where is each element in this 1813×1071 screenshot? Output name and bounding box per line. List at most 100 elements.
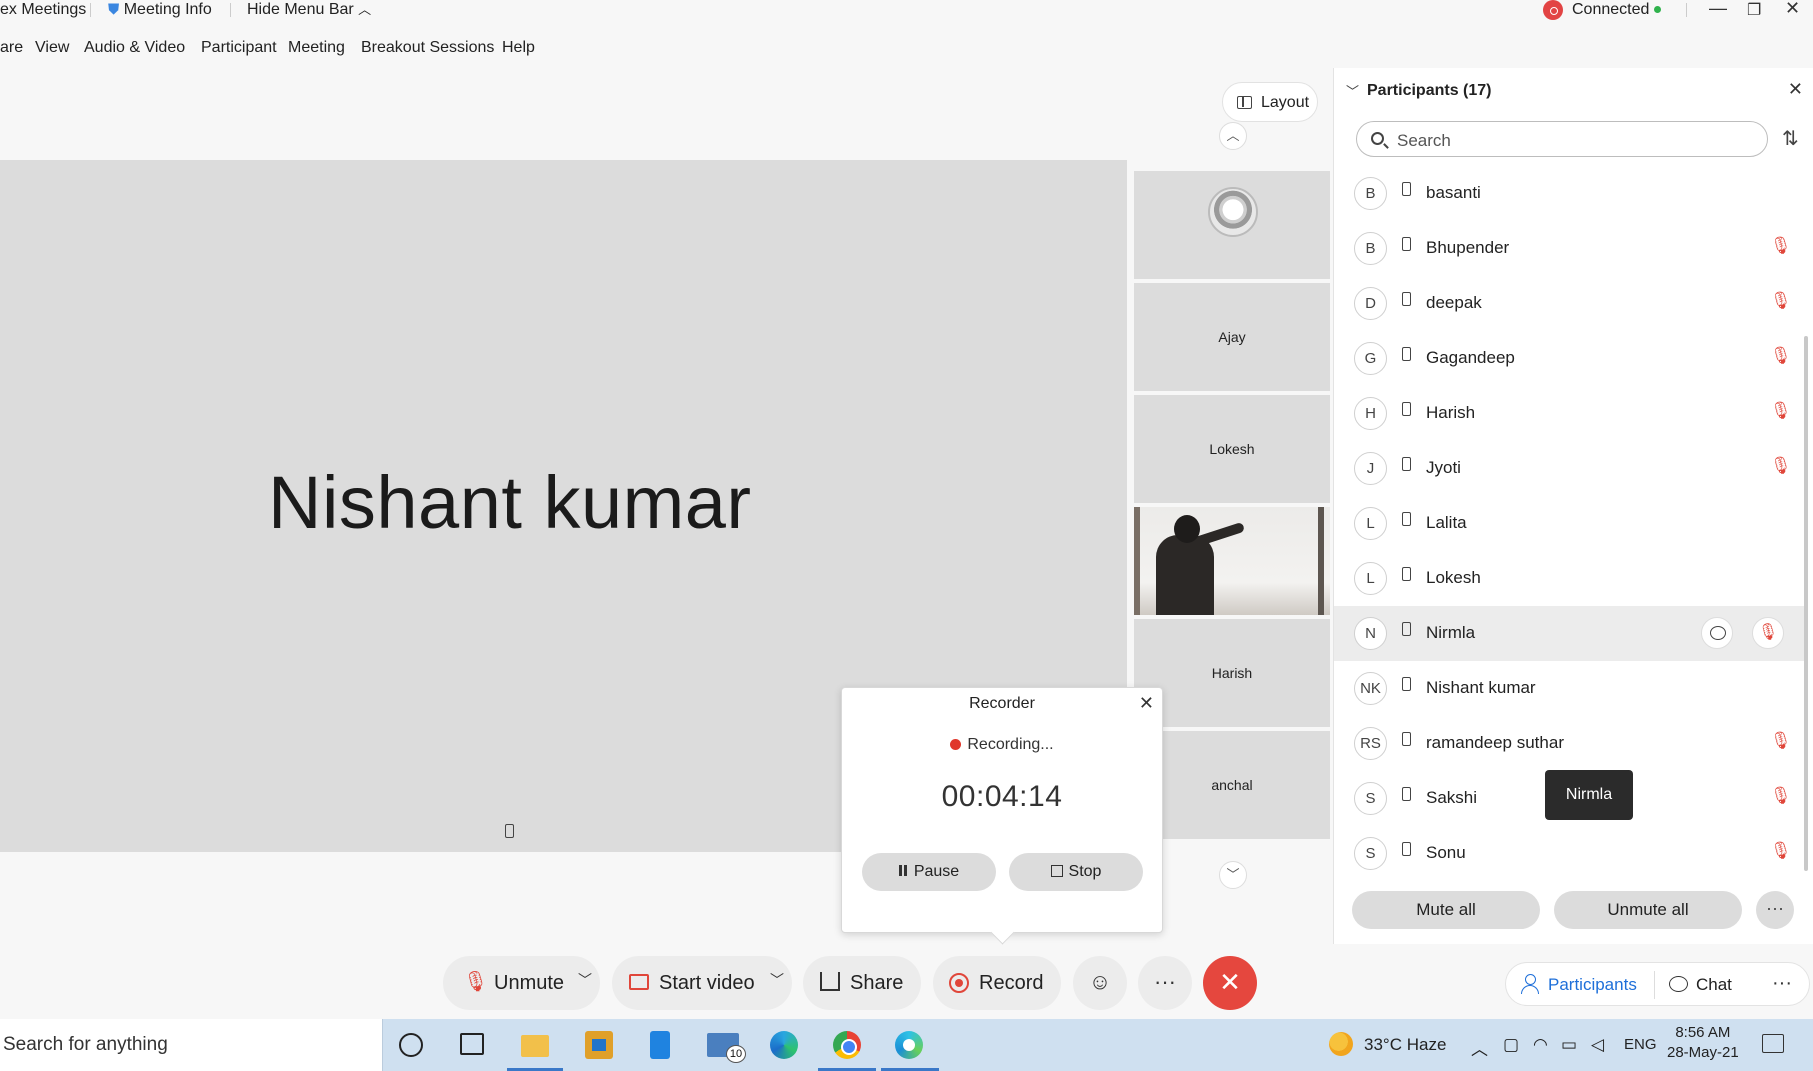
meeting-info-button[interactable]: ⛊ Meeting Info (108, 0, 212, 20)
muted-mic-icon[interactable]: 🎙 (1770, 236, 1792, 256)
start-video-button[interactable]: Start video ﹀ (612, 956, 792, 1010)
record-button[interactable]: Record (933, 956, 1061, 1010)
more-options-button[interactable]: ··· (1138, 956, 1192, 1010)
store-icon[interactable] (585, 1031, 613, 1059)
unmute-all-button[interactable]: Unmute all (1554, 891, 1742, 929)
muted-mic-icon[interactable]: 🎙 (1770, 841, 1792, 861)
pause-recording-button[interactable]: Pause (862, 853, 996, 891)
speaker-icon[interactable]: ◁ (1591, 1035, 1604, 1055)
stop-recording-button[interactable]: Stop (1009, 853, 1143, 891)
leave-meeting-button[interactable]: ✕ (1203, 956, 1257, 1010)
restore-icon[interactable]: ❐ (1747, 0, 1761, 20)
participant-row[interactable]: B basanti (1334, 166, 1804, 221)
filmstrip-up-button[interactable]: ︿ (1219, 122, 1247, 150)
participant-row[interactable]: H Harish 🎙 (1334, 386, 1804, 441)
start-video-label: Start video (659, 972, 755, 994)
tile-name: Ajay (1218, 329, 1246, 345)
wifi-icon[interactable]: ◠ (1533, 1035, 1548, 1055)
close-panel-icon[interactable]: ✕ (1788, 79, 1803, 100)
participant-search-input[interactable]: Search (1356, 121, 1768, 157)
chrome-icon[interactable] (833, 1031, 861, 1059)
participant-row[interactable]: S Sonu 🎙 (1334, 826, 1804, 881)
share-button[interactable]: Share (803, 956, 921, 1010)
layout-button[interactable]: Layout (1222, 82, 1318, 122)
participant-row[interactable]: D deepak 🎙 (1334, 276, 1804, 331)
minimize-icon[interactable]: — (1709, 0, 1727, 19)
muted-mic-icon[interactable]: 🎙 (1770, 731, 1792, 751)
task-view-icon[interactable] (460, 1033, 484, 1055)
share-icon (820, 972, 840, 991)
participant-row[interactable]: L Lalita (1334, 496, 1804, 551)
webex-icon[interactable] (895, 1031, 923, 1059)
close-window-icon[interactable]: ✕ (1785, 0, 1800, 19)
chevron-down-icon[interactable]: ﹀ (770, 970, 784, 990)
muted-mic-icon[interactable]: 🎙 (1770, 401, 1792, 421)
participants-icon (1520, 974, 1540, 994)
muted-mic-icon[interactable]: 🎙 (1770, 456, 1792, 476)
chat-bubble-button[interactable] (1701, 617, 1733, 649)
recorder-panel: Recorder ✕ Recording... 00:04:14 Pause S… (841, 687, 1163, 933)
participant-row[interactable]: G Gagandeep 🎙 (1334, 331, 1804, 386)
participant-tile[interactable]: Lokesh (1134, 395, 1330, 503)
phone-icon (1402, 842, 1411, 856)
participant-row[interactable]: RS ramandeep suthar 🎙 (1334, 716, 1804, 771)
chevron-down-icon[interactable]: ﹀ (1346, 81, 1359, 100)
avatar: D (1354, 287, 1387, 320)
avatar: B (1354, 232, 1387, 265)
filmstrip-down-button[interactable]: ﹀ (1219, 861, 1247, 889)
mute-all-button[interactable]: Mute all (1352, 891, 1540, 929)
weather-text[interactable]: 33°C Haze (1364, 1035, 1446, 1055)
menu-participant[interactable]: Participant (201, 39, 277, 57)
menu-breakout-sessions[interactable]: Breakout Sessions (361, 39, 494, 57)
menu-view[interactable]: View (35, 39, 69, 57)
participant-row[interactable]: NK Nishant kumar (1334, 661, 1804, 716)
reactions-button[interactable]: ☺ (1073, 956, 1127, 1010)
close-icon[interactable]: ✕ (1139, 693, 1154, 714)
video-frame-edge (1318, 507, 1324, 615)
meet-now-icon[interactable]: ▢ (1503, 1035, 1519, 1055)
participant-more-button[interactable]: ··· (1756, 891, 1794, 929)
muted-mic-button[interactable]: 🎙 (1752, 617, 1784, 649)
menu-help[interactable]: Help (502, 39, 535, 57)
avatar: RS (1354, 727, 1387, 760)
title-divider (90, 3, 91, 17)
participant-row[interactable]: B Bhupender 🎙 (1334, 221, 1804, 276)
participant-tile[interactable]: Ajay (1134, 283, 1330, 391)
clock-time: 8:56 AM (1675, 1024, 1731, 1041)
stop-label: Stop (1068, 863, 1102, 880)
participant-row-highlighted[interactable]: N Nirmla 🎙 (1334, 606, 1804, 661)
taskbar-search-input[interactable]: Search for anything (0, 1019, 383, 1071)
tab-chat[interactable]: Chat (1696, 975, 1732, 995)
menu-audio-video[interactable]: Audio & Video (84, 39, 185, 57)
file-explorer-icon[interactable] (521, 1035, 549, 1057)
muted-mic-icon[interactable]: 🎙 (1770, 786, 1792, 806)
muted-mic-icon[interactable]: 🎙 (1770, 291, 1792, 311)
muted-mic-icon[interactable]: 🎙 (1770, 346, 1792, 366)
participant-tile[interactable]: anchal (1134, 731, 1330, 839)
sort-icon[interactable]: ⇅ (1782, 126, 1799, 151)
tab-participants[interactable]: Participants (1548, 975, 1637, 995)
edge-icon[interactable] (770, 1031, 798, 1059)
battery-icon[interactable]: ▭ (1561, 1035, 1577, 1055)
participant-video-tile[interactable] (1134, 507, 1330, 615)
system-clock[interactable]: 8:56 AM 28-May-21 (1667, 1023, 1739, 1063)
chevron-up-icon[interactable]: ︿ (1471, 1035, 1488, 1060)
phone-app-icon[interactable] (650, 1031, 670, 1059)
language-indicator[interactable]: ENG (1624, 1036, 1657, 1053)
participant-row[interactable]: J Jyoti 🎙 (1334, 441, 1804, 496)
participant-tile[interactable] (1134, 171, 1330, 279)
participant-row[interactable]: L Lokesh (1334, 551, 1804, 606)
hide-menu-bar-button[interactable]: Hide Menu Bar ︿ (247, 0, 371, 20)
tab-divider (1654, 971, 1655, 999)
cortana-icon[interactable] (399, 1033, 423, 1057)
menu-share[interactable]: are (0, 39, 23, 57)
participant-tile[interactable]: Harish (1134, 619, 1330, 727)
unmute-button[interactable]: 🎙 Unmute ﹀ (443, 956, 600, 1010)
more-panels-icon[interactable]: ··· (1772, 972, 1792, 995)
chevron-down-icon[interactable]: ﹀ (578, 970, 592, 990)
participant-list-scrollbar[interactable] (1804, 336, 1808, 871)
weather-icon[interactable] (1329, 1032, 1353, 1056)
notifications-icon[interactable] (1762, 1034, 1784, 1053)
menu-meeting[interactable]: Meeting (288, 39, 345, 57)
avatar: L (1354, 562, 1387, 595)
